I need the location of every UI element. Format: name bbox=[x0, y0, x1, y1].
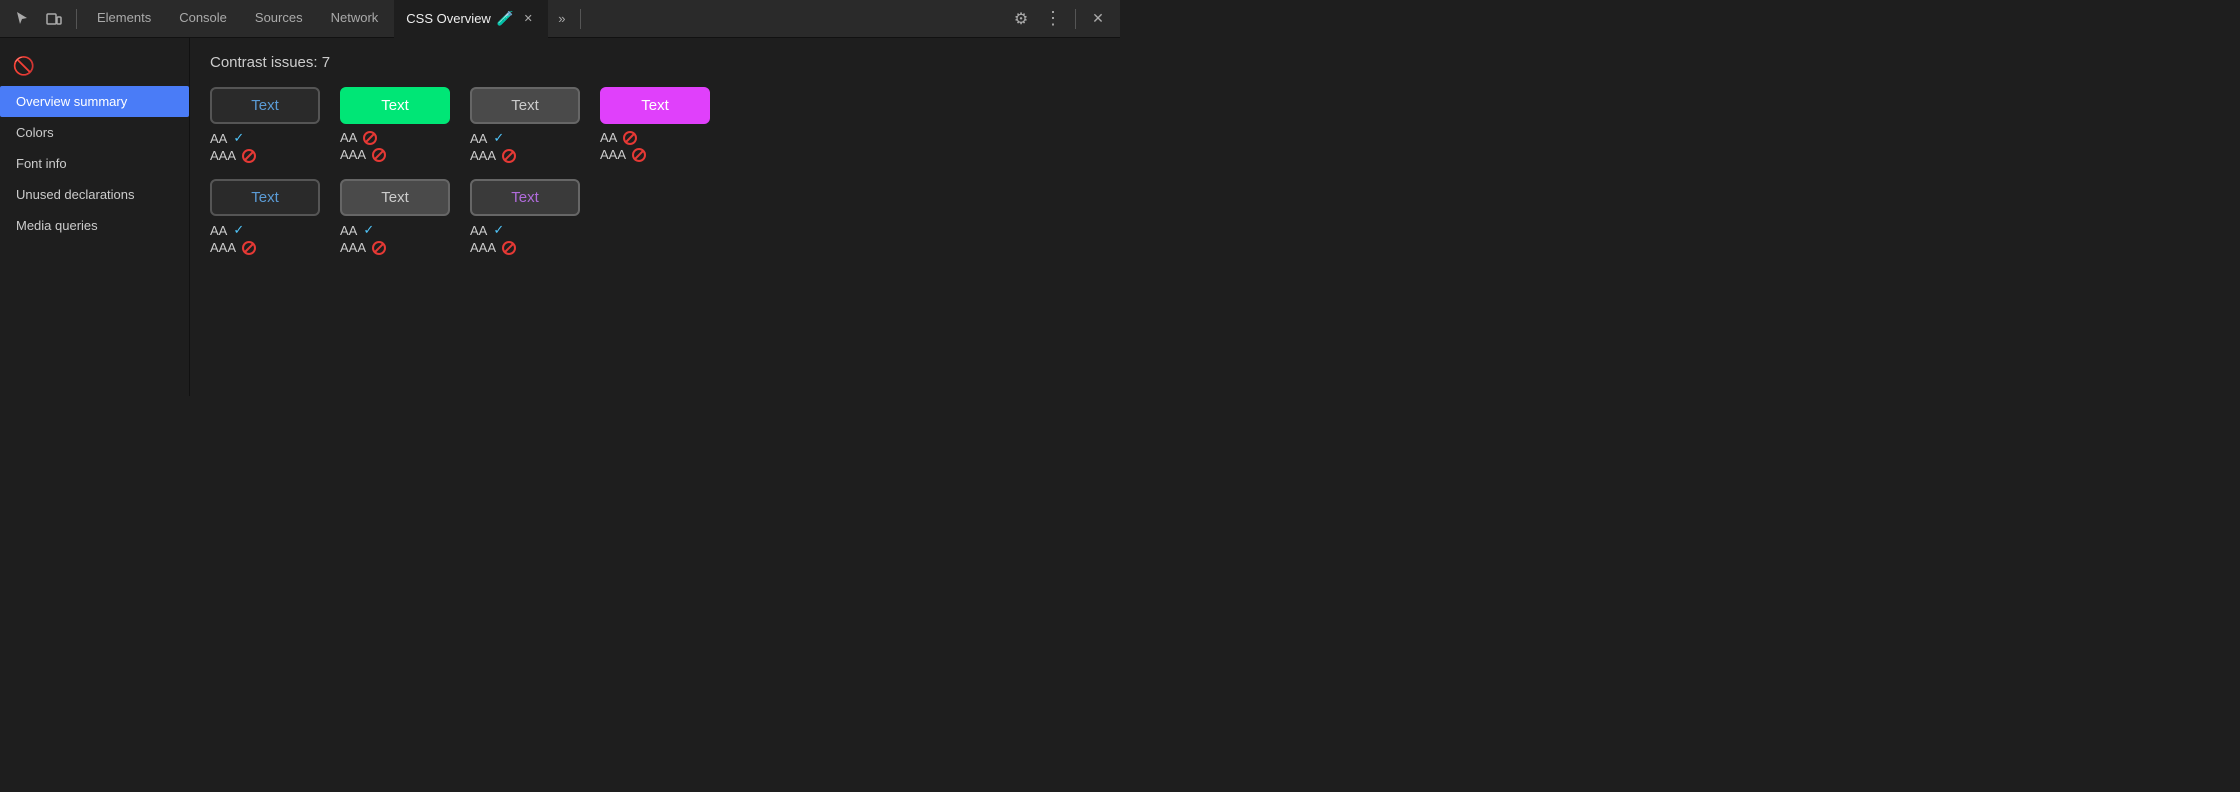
tab-elements[interactable]: Elements bbox=[85, 0, 163, 38]
contrast-item-2: Text AA AAA bbox=[340, 87, 450, 162]
contrast-btn-3[interactable]: Text bbox=[470, 87, 580, 124]
sidebar-item-font-info[interactable]: Font info bbox=[0, 148, 189, 179]
contrast-item-7: Text AA ✓ AAA bbox=[470, 179, 580, 255]
sidebar-item-unused-declarations[interactable]: Unused declarations bbox=[0, 179, 189, 210]
contrast-item-5: Text AA ✓ AAA bbox=[210, 179, 320, 255]
toolbar-divider-3 bbox=[1075, 9, 1076, 29]
sidebar-no-icon[interactable]: 🚫 bbox=[8, 50, 40, 82]
contrast-btn-5[interactable]: Text bbox=[210, 179, 320, 216]
aaa-fail-icon-5 bbox=[242, 241, 256, 255]
contrast-row-2: Text AA ✓ AAA bbox=[210, 179, 1100, 255]
check-aa-4: AA bbox=[600, 130, 710, 145]
contrast-btn-7[interactable]: Text bbox=[470, 179, 580, 216]
flask-icon: 🧪 bbox=[497, 10, 514, 27]
check-aa-6: AA ✓ bbox=[340, 222, 450, 238]
check-aa-5: AA ✓ bbox=[210, 222, 320, 238]
contrast-btn-1[interactable]: Text bbox=[210, 87, 320, 124]
tab-console[interactable]: Console bbox=[167, 0, 239, 38]
aaa-fail-icon-3 bbox=[502, 149, 516, 163]
check-aaa-6: AAA bbox=[340, 240, 450, 255]
aaa-fail-icon-2 bbox=[372, 148, 386, 162]
contrast-btn-2[interactable]: Text bbox=[340, 87, 450, 124]
more-tabs-button[interactable]: » bbox=[552, 11, 571, 26]
aaa-fail-icon-1 bbox=[242, 149, 256, 163]
aa-fail-icon-2 bbox=[363, 131, 377, 145]
aaa-fail-icon-6 bbox=[372, 241, 386, 255]
check-aa-3: AA ✓ bbox=[470, 130, 580, 146]
check-aaa-1: AAA bbox=[210, 148, 320, 163]
aaa-fail-icon-7 bbox=[502, 241, 516, 255]
aaa-fail-icon-4 bbox=[632, 148, 646, 162]
check-aaa-4: AAA bbox=[600, 147, 710, 162]
check-aaa-3: AAA bbox=[470, 148, 580, 163]
sidebar: 🚫 Overview summary Colors Font info Unus… bbox=[0, 38, 190, 396]
contrast-grid: Text AA ✓ AAA bbox=[210, 87, 1100, 255]
check-aaa-5: AAA bbox=[210, 240, 320, 255]
cursor-icon[interactable] bbox=[8, 5, 36, 33]
toolbar-divider-1 bbox=[76, 9, 77, 29]
contrast-item-4: Text AA AAA bbox=[600, 87, 710, 162]
checks-item-2: AA AAA bbox=[340, 130, 450, 162]
aa-pass-icon-5: ✓ bbox=[233, 222, 244, 238]
toolbar-divider-2 bbox=[580, 9, 581, 29]
checks-item-1: AA ✓ AAA bbox=[210, 130, 320, 163]
sidebar-item-media-queries[interactable]: Media queries bbox=[0, 210, 189, 241]
more-options-icon[interactable]: ⋮ bbox=[1039, 5, 1067, 33]
checks-item-3: AA ✓ AAA bbox=[470, 130, 580, 163]
main-layout: 🚫 Overview summary Colors Font info Unus… bbox=[0, 38, 1120, 396]
check-aa-7: AA ✓ bbox=[470, 222, 580, 238]
contrast-btn-6[interactable]: Text bbox=[340, 179, 450, 216]
aa-fail-icon-4 bbox=[623, 131, 637, 145]
tab-sources[interactable]: Sources bbox=[243, 0, 315, 38]
sidebar-item-colors[interactable]: Colors bbox=[0, 117, 189, 148]
checks-item-5: AA ✓ AAA bbox=[210, 222, 320, 255]
aa-pass-icon-1: ✓ bbox=[233, 130, 244, 146]
contrast-item-3: Text AA ✓ AAA bbox=[470, 87, 580, 163]
toolbar-right-actions: ⚙ ⋮ ✕ bbox=[1007, 5, 1112, 33]
checks-item-7: AA ✓ AAA bbox=[470, 222, 580, 255]
device-toggle-icon[interactable] bbox=[40, 5, 68, 33]
contrast-issues-title: Contrast issues: 7 bbox=[210, 54, 1100, 71]
contrast-item-1: Text AA ✓ AAA bbox=[210, 87, 320, 163]
aa-pass-icon-7: ✓ bbox=[493, 222, 504, 238]
sidebar-item-overview-summary[interactable]: Overview summary bbox=[0, 86, 189, 117]
aa-pass-icon-3: ✓ bbox=[493, 130, 504, 146]
checks-item-6: AA ✓ AAA bbox=[340, 222, 450, 255]
settings-icon[interactable]: ⚙ bbox=[1007, 5, 1035, 33]
contrast-row-1: Text AA ✓ AAA bbox=[210, 87, 1100, 163]
checks-item-4: AA AAA bbox=[600, 130, 710, 162]
check-aa-2: AA bbox=[340, 130, 450, 145]
check-aa-1: AA ✓ bbox=[210, 130, 320, 146]
aa-pass-icon-6: ✓ bbox=[363, 222, 374, 238]
tab-network[interactable]: Network bbox=[319, 0, 391, 38]
contrast-item-6: Text AA ✓ AAA bbox=[340, 179, 450, 255]
close-tab-button[interactable]: ✕ bbox=[520, 11, 536, 27]
content-area: Contrast issues: 7 Text AA ✓ AAA bbox=[190, 38, 1120, 396]
close-devtools-button[interactable]: ✕ bbox=[1084, 5, 1112, 33]
tab-css-overview[interactable]: CSS Overview 🧪 ✕ bbox=[394, 0, 548, 38]
check-aaa-7: AAA bbox=[470, 240, 580, 255]
check-aaa-2: AAA bbox=[340, 147, 450, 162]
contrast-btn-4[interactable]: Text bbox=[600, 87, 710, 124]
toolbar: Elements Console Sources Network CSS Ove… bbox=[0, 0, 1120, 38]
